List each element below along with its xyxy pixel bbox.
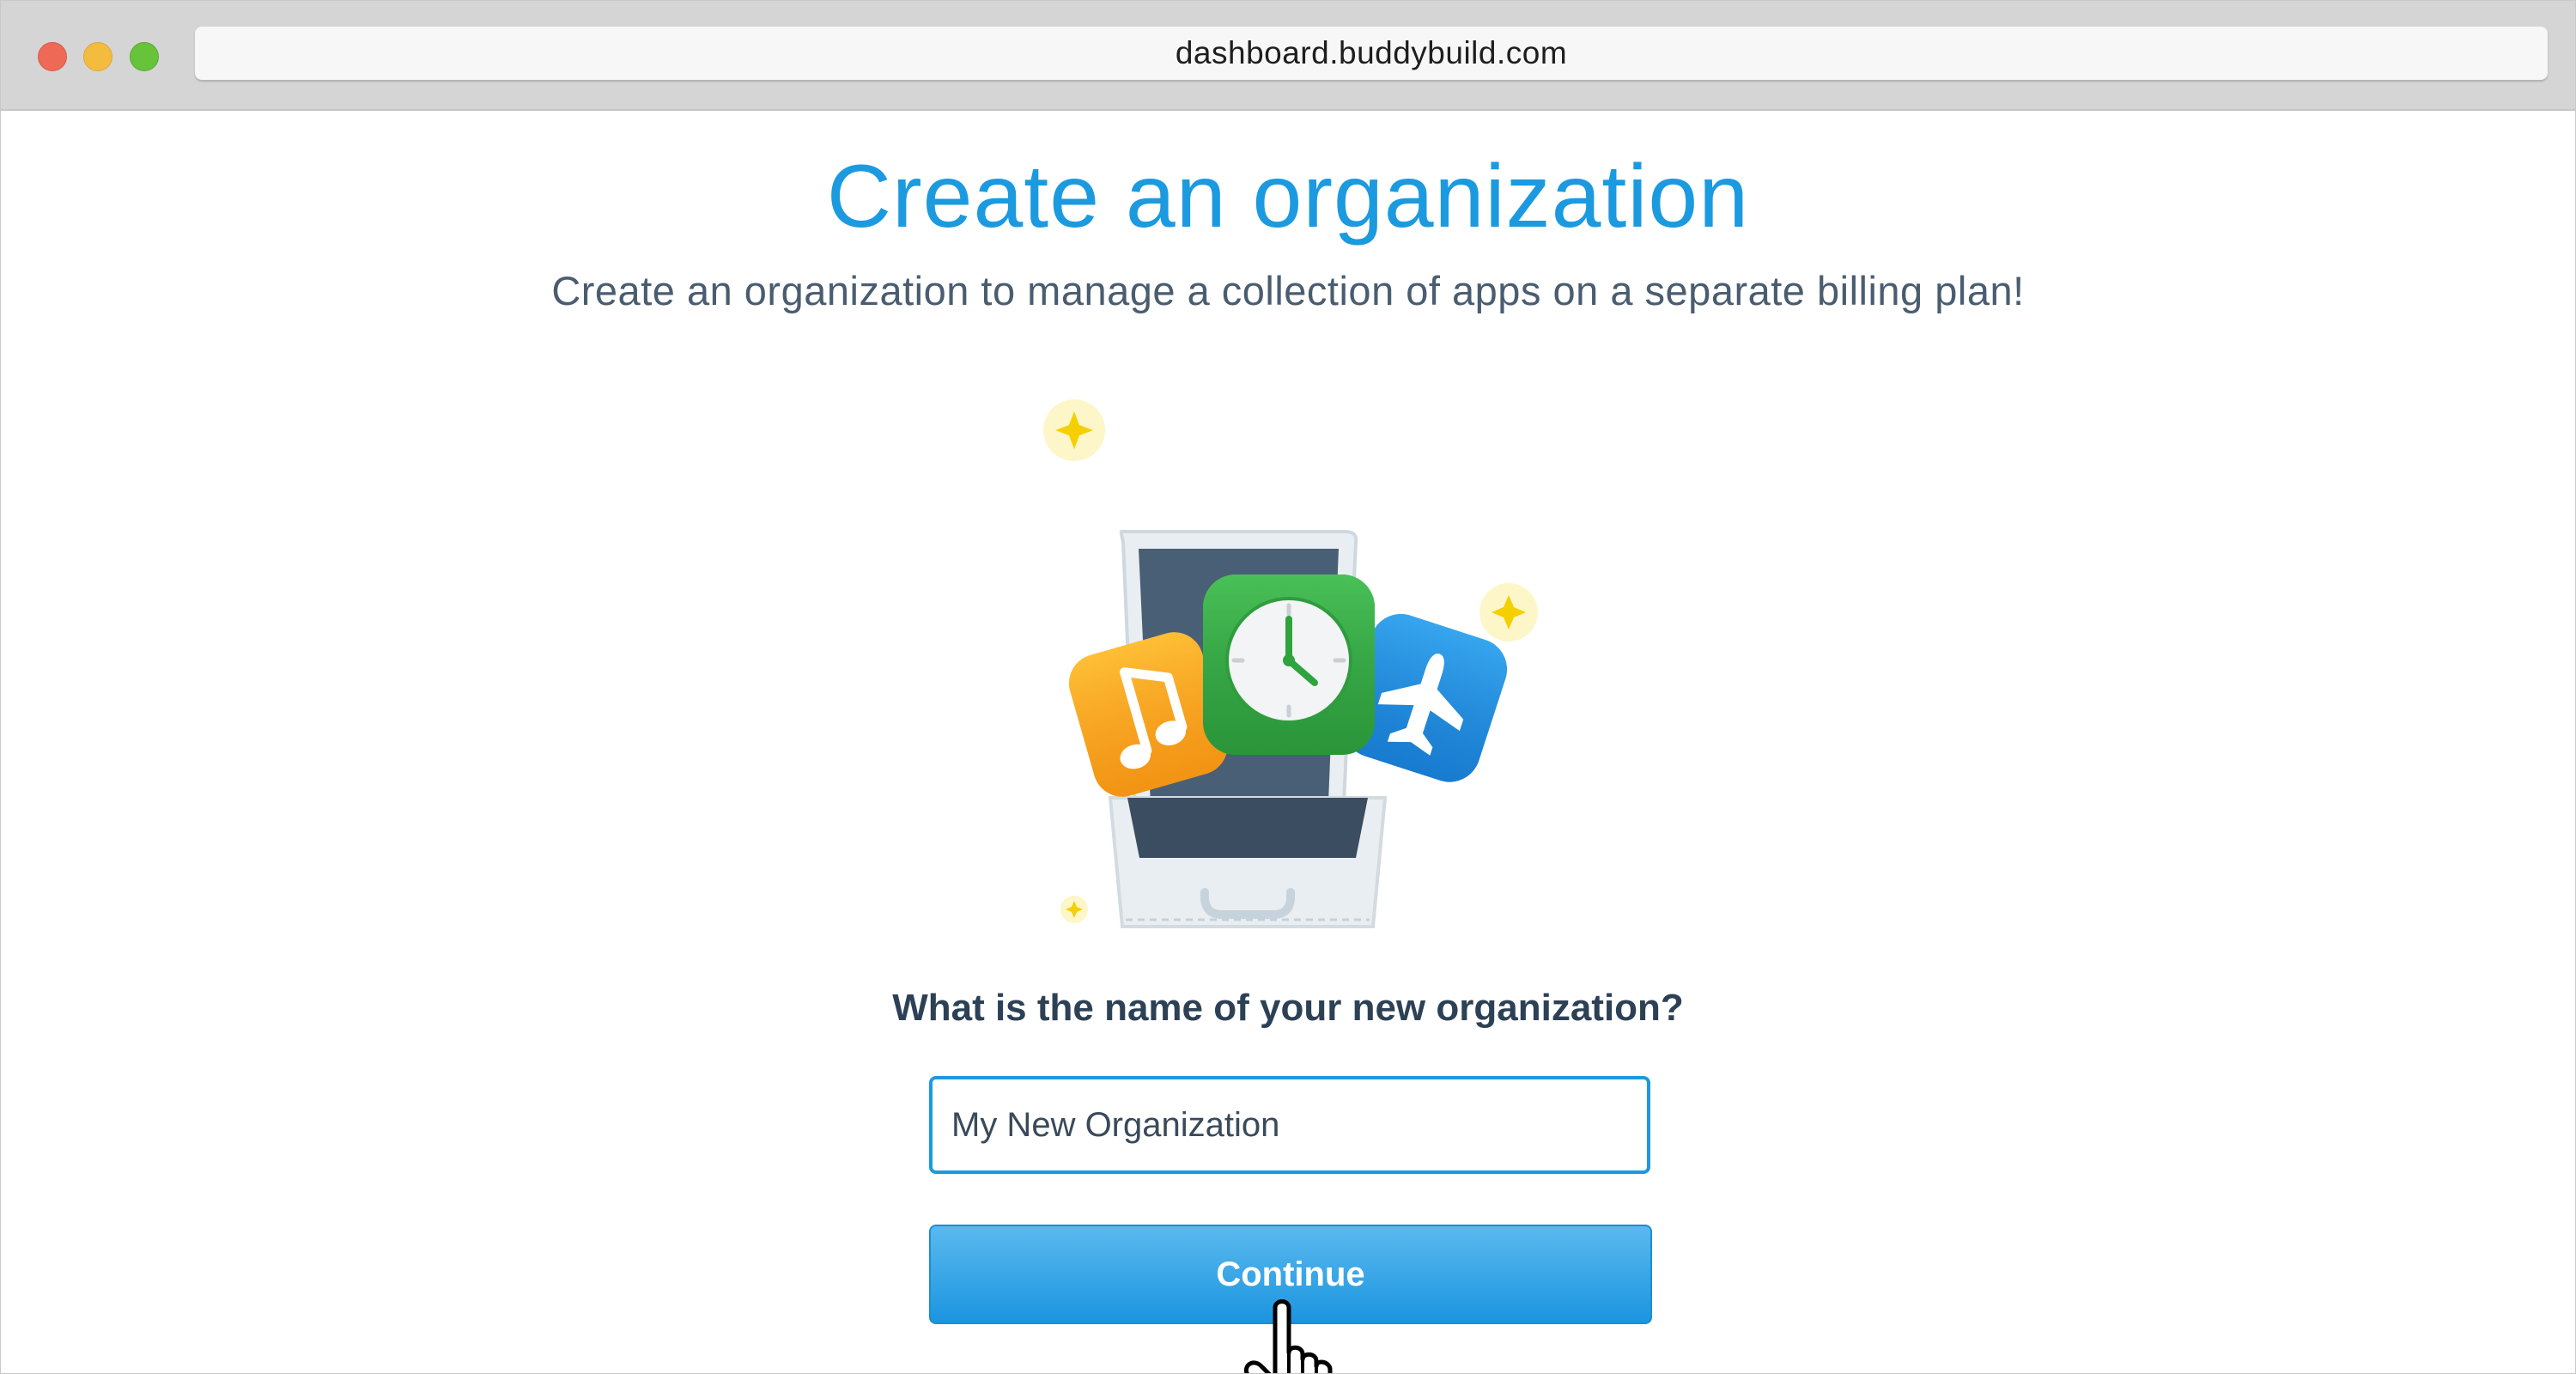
clock-icon xyxy=(1203,575,1375,755)
org-name-input[interactable] xyxy=(929,1076,1650,1174)
close-window-button[interactable] xyxy=(38,42,67,71)
address-bar-url: dashboard.buddybuild.com xyxy=(1175,35,1568,70)
sparkle-icon xyxy=(1479,583,1538,641)
browser-titlebar: dashboard.buddybuild.com xyxy=(1,1,2575,111)
hand-pointer-cursor xyxy=(1244,1299,1333,1373)
maximize-window-button[interactable] xyxy=(130,42,159,71)
minimize-window-button[interactable] xyxy=(83,42,112,71)
address-bar[interactable]: dashboard.buddybuild.com xyxy=(195,27,2548,80)
sparkle-icon xyxy=(1060,896,1088,923)
org-name-question: What is the name of your new organizatio… xyxy=(892,987,1684,1029)
page-content: Create an organization Create an organiz… xyxy=(1,111,2575,1373)
continue-button-label: Continue xyxy=(1216,1255,1365,1293)
page-title: Create an organization xyxy=(826,147,1750,246)
sparkle-icon xyxy=(1043,399,1105,461)
browser-window: dashboard.buddybuild.com Create an organ… xyxy=(0,0,2576,1374)
page-subtitle: Create an organization to manage a colle… xyxy=(551,268,2025,313)
briefcase-with-apps-illustration xyxy=(1043,399,1538,928)
